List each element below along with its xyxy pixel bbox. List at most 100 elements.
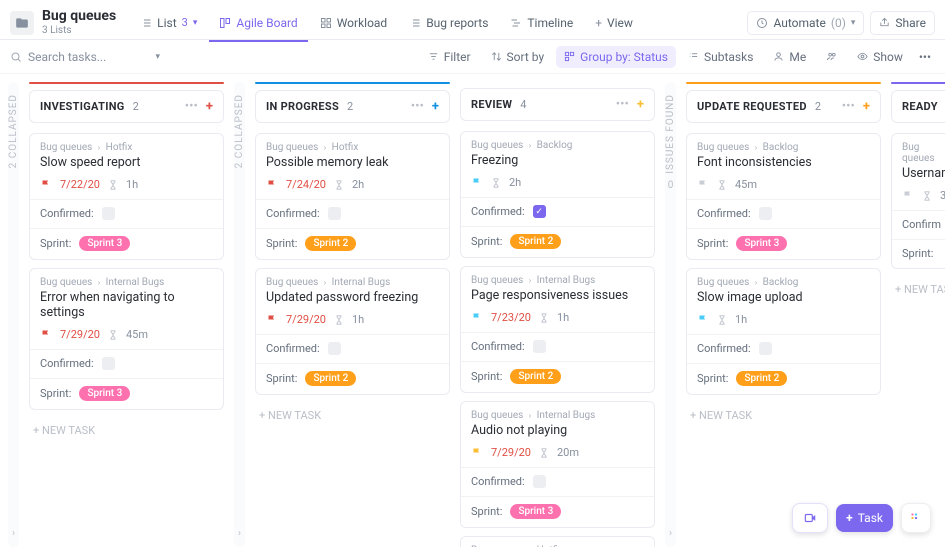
share-button[interactable]: Share (870, 11, 935, 35)
subtasks-button[interactable]: Subtasks (680, 46, 761, 68)
breadcrumb: Bug queues › Backlog (697, 277, 870, 288)
due-date[interactable]: 7/29/20 (286, 313, 326, 326)
sprint-pill[interactable]: Sprint 2 (736, 371, 787, 386)
confirmed-checkbox[interactable]: ✓ (533, 205, 546, 218)
filter-button[interactable]: Filter (420, 46, 479, 68)
task-meta: 7/23/201h (471, 311, 644, 324)
column-more-icon[interactable]: ••• (842, 99, 855, 114)
tab-list[interactable]: List 3 ▾ (130, 10, 207, 36)
confirmed-checkbox[interactable] (533, 340, 546, 353)
hourglass-icon (539, 313, 549, 323)
collapsed-lane[interactable]: ISSUES FOUND0› (665, 82, 676, 547)
priority-flag[interactable] (266, 314, 278, 326)
task-card[interactable]: Bug queues › Internal BugsUpdated passwo… (255, 268, 450, 395)
collapsed-lane[interactable]: 2 COLLAPSED› (8, 82, 19, 547)
column-more-icon[interactable]: ••• (616, 97, 629, 112)
more-button[interactable]: ••• (915, 46, 935, 68)
new-task-button[interactable]: + NEW TASK (255, 403, 450, 428)
task-card[interactable]: Bug queues › HotfixPossible memory leak7… (255, 133, 450, 260)
confirmed-checkbox[interactable] (328, 342, 341, 355)
tab-bug-reports[interactable]: Bug reports (399, 10, 498, 36)
column-more-icon[interactable]: ••• (185, 99, 198, 114)
new-task-button[interactable]: + NEW TASK (686, 403, 881, 428)
due-date[interactable]: 7/23/20 (491, 311, 531, 324)
due-date[interactable]: 7/24/20 (286, 178, 326, 191)
new-task-button[interactable]: + NEW TAS (891, 277, 945, 302)
task-card[interactable]: Bug queues › BacklogFreezing2hConfirmed:… (460, 131, 655, 258)
folder-icon[interactable] (10, 11, 34, 35)
confirmed-row: Confirmed: (256, 334, 449, 355)
confirmed-checkbox[interactable] (102, 357, 115, 370)
confirmed-row: Confirmed: (461, 332, 654, 353)
fab-new-task[interactable]: +Task (836, 504, 893, 532)
hourglass-icon (108, 180, 118, 190)
add-view-button[interactable]: + View (585, 10, 643, 36)
confirmed-checkbox[interactable] (533, 475, 546, 488)
confirmed-checkbox[interactable] (102, 207, 115, 220)
tab-timeline[interactable]: Timeline (500, 10, 583, 36)
expand-icon[interactable]: › (12, 528, 15, 539)
breadcrumb: Bug queues › Internal Bugs (471, 275, 644, 286)
tab-agile-board[interactable]: Agile Board (209, 10, 307, 36)
task-card[interactable]: Bug queues › BacklogFont inconsistencies… (686, 133, 881, 260)
sort-button[interactable]: Sort by (483, 46, 553, 68)
sprint-pill[interactable]: Sprint 3 (79, 236, 130, 251)
task-card[interactable]: Bug queues › Internal BugsPage responsiv… (460, 266, 655, 393)
priority-flag[interactable] (471, 177, 483, 189)
sprint-pill[interactable]: Sprint 3 (510, 504, 561, 519)
task-title: Usernam (902, 166, 945, 181)
sprint-pill[interactable]: Sprint 2 (510, 369, 561, 384)
confirmed-checkbox[interactable] (759, 207, 772, 220)
confirmed-checkbox[interactable] (759, 342, 772, 355)
column-add-button[interactable]: + (206, 99, 213, 114)
new-task-button[interactable]: + NEW TASK (29, 418, 224, 443)
task-card[interactable]: Bug queues › HotfixSlow speed report7/22… (29, 133, 224, 260)
fab-apps[interactable] (901, 503, 931, 533)
hourglass-icon (922, 191, 932, 201)
column-more-icon[interactable]: ••• (411, 99, 424, 114)
sprint-pill[interactable]: Sprint 2 (510, 234, 561, 249)
expand-icon[interactable]: › (238, 528, 241, 539)
priority-flag[interactable] (40, 179, 52, 191)
task-meta: 7/29/201h (266, 313, 439, 326)
group-by-button[interactable]: Group by: Status (556, 46, 676, 68)
task-card[interactable]: Bug queues › HotfixCannot log in7/24/204… (460, 536, 655, 547)
assignees-button[interactable] (818, 47, 845, 66)
sprint-pill[interactable]: Sprint 2 (305, 371, 356, 386)
me-button[interactable]: Me (765, 46, 814, 68)
column-add-button[interactable]: + (637, 97, 644, 112)
due-date[interactable]: 7/29/20 (491, 446, 531, 459)
task-card[interactable]: Bug queues › Internal BugsAudio not play… (460, 401, 655, 528)
priority-flag[interactable] (471, 447, 483, 459)
search-input[interactable]: Search tasks... ▾ (10, 50, 160, 64)
collapsed-lane[interactable]: 2 COLLAPSED› (234, 82, 245, 547)
flag-icon (266, 314, 278, 326)
due-date[interactable]: 7/29/20 (60, 328, 100, 341)
sprint-pill[interactable]: Sprint 3 (736, 236, 787, 251)
priority-flag[interactable] (697, 314, 709, 326)
show-button[interactable]: Show (849, 46, 911, 68)
tab-workload[interactable]: Workload (310, 10, 398, 36)
confirmed-row: Confirmed: (30, 349, 223, 370)
automate-button[interactable]: Automate (0) ▾ (747, 11, 864, 35)
page-title: Bug queues (42, 9, 116, 24)
sprint-pill[interactable]: Sprint 3 (79, 386, 130, 401)
fab-record[interactable] (792, 503, 828, 533)
column-accent (255, 82, 450, 84)
expand-icon[interactable]: › (669, 528, 672, 539)
task-card[interactable]: Bug queuesUsernam30ConfirmSprint: (891, 133, 945, 269)
column-add-button[interactable]: + (432, 99, 439, 114)
task-card[interactable]: Bug queues › BacklogSlow image upload1hC… (686, 268, 881, 395)
chevron-down-icon[interactable]: ▾ (155, 52, 160, 62)
due-date[interactable]: 7/22/20 (60, 178, 100, 191)
column-count: 4 (520, 98, 526, 111)
column-add-button[interactable]: + (863, 99, 870, 114)
priority-flag[interactable] (471, 312, 483, 324)
priority-flag[interactable] (902, 190, 914, 202)
priority-flag[interactable] (40, 329, 52, 341)
priority-flag[interactable] (697, 179, 709, 191)
priority-flag[interactable] (266, 179, 278, 191)
task-card[interactable]: Bug queues › Internal BugsError when nav… (29, 268, 224, 410)
sprint-pill[interactable]: Sprint 2 (305, 236, 356, 251)
confirmed-checkbox[interactable] (328, 207, 341, 220)
